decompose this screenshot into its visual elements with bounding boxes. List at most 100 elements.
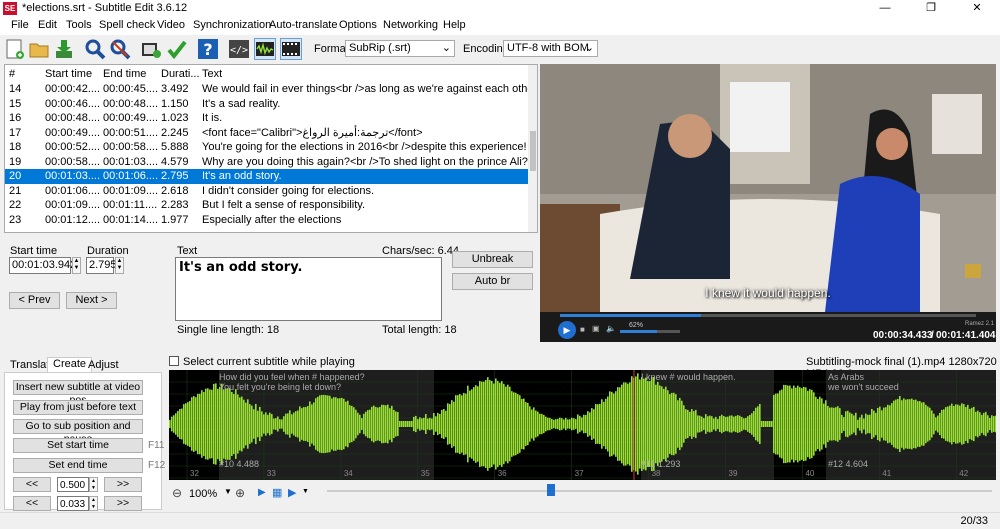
single-line-length: Single line length: 18: [177, 324, 280, 336]
unbreak-button[interactable]: Unbreak: [452, 251, 533, 268]
select-while-playing-checkbox[interactable]: [169, 356, 179, 366]
source-view-icon[interactable]: </>: [228, 38, 250, 60]
col-header-end[interactable]: End time: [103, 67, 146, 82]
insert-subtitle-button[interactable]: Insert new subtitle at video pos: [13, 380, 143, 406]
waveform-toggle-icon[interactable]: [254, 38, 276, 60]
subtitle-text-editor[interactable]: It's an odd story.: [175, 257, 442, 321]
menu-synchronization[interactable]: Synchronization: [193, 19, 271, 31]
prev-button[interactable]: < Prev: [9, 292, 60, 309]
set-end-time-button[interactable]: Set end time: [13, 458, 143, 473]
subtitle-list[interactable]: # Start time End time Durati... Text 14 0…: [4, 64, 538, 233]
col-header-number[interactable]: #: [9, 67, 15, 82]
menu-networking[interactable]: Networking: [383, 19, 438, 31]
video-watermark: Ramez 2.1: [965, 321, 995, 327]
duration-spinner[interactable]: ▲ ▼: [115, 257, 124, 274]
menu-spell-check[interactable]: Spell check: [99, 19, 155, 31]
back-small-button[interactable]: <<: [13, 477, 51, 492]
seek-amount-input[interactable]: 0.500: [57, 477, 89, 492]
frame-amount-spinner[interactable]: ▲ ▼: [89, 496, 98, 511]
waveform-sample: [901, 400, 903, 448]
tab-adjust[interactable]: Adjust: [88, 359, 119, 372]
volume-slider[interactable]: [620, 330, 680, 333]
set-start-time-button[interactable]: Set start time: [13, 438, 143, 453]
forward-frame-button[interactable]: >>: [104, 496, 142, 511]
close-button[interactable]: ✕: [954, 0, 1000, 17]
audio-waveform[interactable]: How did you feel when # happened? You fe…: [169, 370, 996, 480]
stop-icon[interactable]: ■: [580, 325, 585, 334]
mute-icon[interactable]: 🔈: [606, 324, 616, 333]
video-player[interactable]: I knew it would happen.: [540, 64, 996, 312]
table-row[interactable]: 18 00:00:52.... 00:00:58.... 5.888 You're go…: [5, 140, 528, 155]
table-row[interactable]: 23 00:01:12.... 00:01:14.... 1.977 Especiall…: [5, 213, 528, 228]
video-toggle-icon[interactable]: [280, 38, 302, 60]
minimize-button[interactable]: —: [862, 0, 908, 17]
frame-amount-input[interactable]: 0.033: [57, 496, 89, 511]
col-header-duration[interactable]: Durati...: [161, 67, 200, 82]
seek-amount-spinner[interactable]: ▲ ▼: [89, 477, 98, 492]
waveform-sample: [493, 383, 495, 465]
new-file-icon[interactable]: [3, 38, 25, 60]
waveform-sample: [239, 397, 241, 451]
spell-check-icon[interactable]: [166, 38, 188, 60]
waveform-sample: [639, 379, 641, 469]
back-frame-button[interactable]: <<: [13, 496, 51, 511]
tab-create[interactable]: Create: [47, 357, 93, 372]
row-start-time: 00:01:09....: [45, 199, 101, 211]
waveform-sample: [411, 421, 413, 427]
menu-file[interactable]: File: [11, 19, 29, 31]
zoom-in-icon[interactable]: ⊕: [235, 486, 245, 500]
chevron-down-icon[interactable]: ▼: [224, 487, 232, 496]
video-seek-bar[interactable]: [560, 314, 976, 317]
start-time-spinner[interactable]: ▲ ▼: [72, 257, 81, 274]
menu-tools[interactable]: Tools: [66, 19, 92, 31]
go-to-sub-position-button[interactable]: Go to sub position and pause: [13, 419, 143, 445]
waveform-sample: [247, 399, 249, 449]
waveform-sample: [919, 400, 921, 448]
menu-options[interactable]: Options: [339, 19, 377, 31]
waveform-mode-icon[interactable]: ▦: [272, 486, 282, 499]
waveform-sample: [579, 415, 581, 433]
waveform-options-icon[interactable]: ▶: [288, 486, 296, 499]
play-selection-icon[interactable]: ▶: [258, 487, 266, 498]
menu-edit[interactable]: Edit: [38, 19, 57, 31]
waveform-sample: [189, 400, 191, 448]
table-row[interactable]: 21 00:01:06.... 00:01:09.... 2.618 I didn't …: [5, 184, 528, 199]
duration-input[interactable]: 2.795: [86, 257, 117, 274]
play-icon[interactable]: ▶: [558, 321, 576, 339]
waveform-slider-thumb[interactable]: [547, 484, 555, 496]
col-header-text[interactable]: Text: [202, 67, 222, 82]
auto-br-button[interactable]: Auto br: [452, 273, 533, 290]
table-row[interactable]: 19 00:00:58.... 00:01:03.... 4.579 Why are y…: [5, 155, 528, 170]
help-icon[interactable]: ?: [197, 38, 219, 60]
list-scrollbar[interactable]: [528, 65, 537, 232]
encoding-select[interactable]: UTF-8 with BOM ⌄: [503, 40, 598, 57]
play-before-text-button[interactable]: Play from just before text: [13, 400, 143, 415]
table-row[interactable]: 16 00:00:48.... 00:00:49.... 1.023 It is.: [5, 111, 528, 126]
menu-auto-translate[interactable]: Auto-translate: [269, 19, 337, 31]
next-button[interactable]: Next >: [66, 292, 117, 309]
save-download-icon[interactable]: [53, 38, 75, 60]
format-select[interactable]: SubRip (.srt) ⌄: [345, 40, 455, 57]
waveform-sample: [297, 410, 299, 438]
table-row[interactable]: 17 00:00:49.... 00:00:51.... 2.245 <font fac…: [5, 126, 528, 141]
visual-sync-icon[interactable]: [140, 38, 162, 60]
find-icon[interactable]: [84, 38, 106, 60]
table-row[interactable]: 22 00:01:09.... 00:01:11.... 2.283 But I fel…: [5, 198, 528, 213]
menu-help[interactable]: Help: [443, 19, 466, 31]
forward-small-button[interactable]: >>: [104, 477, 142, 492]
zoom-out-icon[interactable]: ⊖: [172, 486, 182, 500]
zoom-level[interactable]: 100%: [189, 488, 217, 500]
maximize-button[interactable]: ❐: [908, 0, 954, 17]
start-time-input[interactable]: 00:01:03.942: [9, 257, 76, 274]
waveform-sample: [509, 386, 511, 462]
replace-icon[interactable]: [109, 38, 131, 60]
fullscreen-icon[interactable]: ▣: [592, 324, 600, 333]
table-row[interactable]: 20 00:01:03.... 00:01:06.... 2.795 It's an o…: [5, 169, 528, 184]
col-header-start[interactable]: Start time: [45, 67, 92, 82]
open-folder-icon[interactable]: [28, 38, 50, 60]
table-row[interactable]: 14 00:00:42.... 00:00:45.... 3.492 We would …: [5, 82, 537, 97]
waveform-position-slider[interactable]: [327, 490, 992, 492]
chevron-down-icon[interactable]: ▼: [302, 488, 309, 495]
menu-video[interactable]: Video: [157, 19, 185, 31]
table-row[interactable]: 15 00:00:46.... 00:00:48.... 1.150 It's a sa…: [5, 97, 528, 112]
